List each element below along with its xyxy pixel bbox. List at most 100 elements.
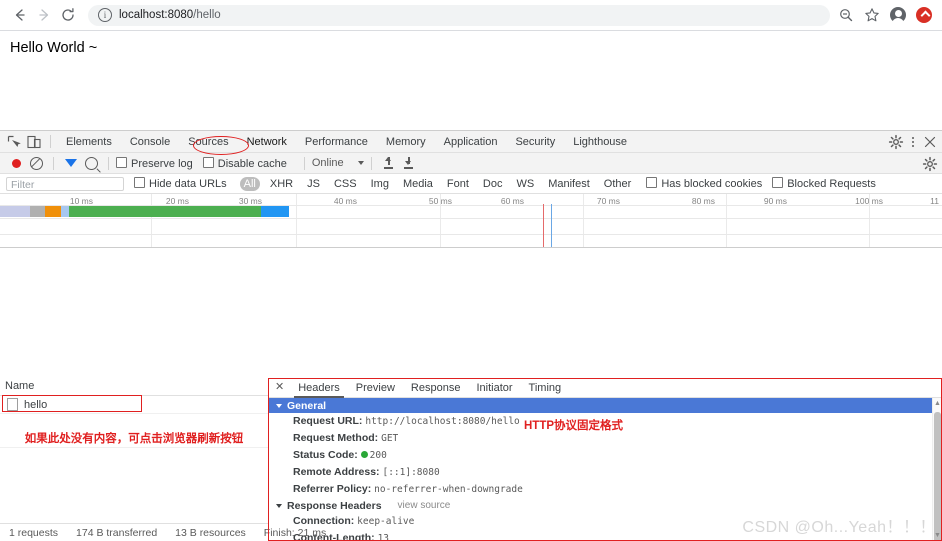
type-filter-font[interactable]: Font [443, 177, 473, 191]
devtools-tab-elements[interactable]: Elements [57, 131, 121, 153]
type-filter-media[interactable]: Media [399, 177, 437, 191]
clear-button[interactable] [26, 153, 46, 173]
type-filter-js[interactable]: JS [303, 177, 324, 191]
checkbox-box [134, 177, 145, 188]
import-har-icon [383, 157, 394, 169]
preserve-log-checkbox[interactable]: Preserve log [116, 156, 193, 170]
devtools-tabbar: Elements Console Sources Network Perform… [0, 131, 942, 153]
type-filter-img[interactable]: Img [367, 177, 393, 191]
hide-data-urls-label: Hide data URLs [149, 178, 227, 190]
type-filter-manifest[interactable]: Manifest [544, 177, 594, 191]
details-scrollbar[interactable]: ▲ ▼ [932, 398, 942, 541]
import-har-button[interactable] [379, 153, 399, 173]
view-source-link[interactable]: view source [398, 500, 451, 511]
header-row: Connection: keep-alive [269, 513, 942, 530]
network-statusbar: 1 requests 174 B transferred 13 B resour… [0, 523, 326, 541]
devtools-tab-application[interactable]: Application [435, 131, 507, 153]
record-icon [11, 158, 21, 168]
header-key: Status Code: [293, 449, 361, 461]
type-filter-xhr[interactable]: XHR [266, 177, 297, 191]
device-toolbar-button[interactable] [24, 132, 44, 152]
zoom-out-icon[interactable] [838, 7, 854, 23]
divider [50, 135, 51, 148]
details-tab-headers[interactable]: Headers [290, 378, 348, 398]
divider [303, 156, 305, 170]
throttling-select[interactable]: Online [312, 157, 364, 169]
star-icon[interactable] [864, 7, 880, 23]
close-icon[interactable] [922, 134, 938, 150]
checkbox-box [116, 156, 127, 168]
blocked-requests-label: Blocked Requests [787, 178, 876, 190]
section-header-response-headers[interactable]: Response Headers view source [269, 498, 942, 513]
reload-button[interactable] [56, 3, 80, 27]
header-value: [::1]:8080 [382, 467, 440, 478]
back-arrow-icon [15, 9, 25, 21]
forward-button[interactable] [32, 3, 56, 27]
details-tab-preview[interactable]: Preview [348, 378, 403, 398]
devtools-tab-performance[interactable]: Performance [296, 131, 377, 153]
filter-button[interactable] [61, 153, 81, 173]
header-row: Referrer Policy: no-referrer-when-downgr… [269, 481, 942, 498]
divider [53, 156, 54, 170]
devtools-tab-network[interactable]: Network [238, 131, 296, 153]
scrollbar-thumb[interactable] [934, 412, 941, 541]
type-filter-css[interactable]: CSS [330, 177, 361, 191]
address-bar[interactable]: i localhost:8080/hello [88, 4, 830, 26]
has-blocked-cookies-checkbox[interactable]: Has blocked cookies [646, 177, 762, 190]
record-button[interactable] [6, 153, 26, 173]
update-icon[interactable] [916, 7, 932, 23]
kebab-menu-icon[interactable] [912, 137, 914, 147]
header-value: http://localhost:8080/hello [365, 416, 520, 427]
details-tab-initiator[interactable]: Initiator [468, 378, 520, 398]
devtools-panel: Elements Console Sources Network Perform… [0, 130, 942, 541]
header-row: Remote Address: [::1]:8080 [269, 464, 942, 481]
request-row-hello[interactable]: hello [0, 396, 268, 414]
browser-toolbar: i localhost:8080/hello [0, 0, 942, 31]
details-tab-response[interactable]: Response [403, 378, 469, 398]
checkbox-box [202, 156, 214, 168]
overview-request-bar [0, 206, 289, 217]
devtools-tab-memory[interactable]: Memory [377, 131, 435, 153]
disable-cache-label: Disable cache [217, 157, 287, 170]
filter-funnel-icon [65, 159, 77, 167]
devtools-tab-sources[interactable]: Sources [179, 131, 237, 153]
header-key: Referrer Policy: [293, 483, 375, 495]
blocked-requests-checkbox[interactable]: Blocked Requests [772, 177, 876, 190]
scroll-down-icon[interactable]: ▼ [934, 532, 941, 539]
details-tab-timing[interactable]: Timing [521, 378, 570, 398]
section-header-general[interactable]: General [269, 398, 942, 413]
network-overview-timeline[interactable]: 10 ms 20 ms 30 ms 40 ms 50 ms 60 ms 70 m… [0, 194, 942, 248]
type-filter-all[interactable]: All [239, 176, 260, 191]
search-button[interactable] [81, 153, 101, 173]
close-icon[interactable]: ✕ [275, 382, 284, 393]
avatar[interactable] [890, 7, 906, 25]
export-har-icon [403, 157, 414, 169]
export-har-button[interactable] [399, 153, 419, 173]
filter-input[interactable]: Filter [6, 176, 124, 191]
device-toolbar-icon [27, 135, 41, 148]
inspect-element-icon [7, 135, 21, 147]
request-list-header-name[interactable]: Name [0, 378, 268, 396]
back-button[interactable] [8, 3, 32, 27]
devtools-tab-lighthouse[interactable]: Lighthouse [564, 131, 636, 153]
hide-data-urls-checkbox[interactable]: Hide data URLs [134, 177, 227, 190]
type-filter-ws[interactable]: WS [512, 177, 538, 191]
overview-bar-segment [30, 206, 45, 217]
site-info-icon[interactable]: i [98, 8, 112, 22]
devtools-tab-security[interactable]: Security [506, 131, 564, 153]
disable-cache-checkbox[interactable]: Disable cache [202, 156, 287, 170]
type-filter-other[interactable]: Other [600, 177, 636, 191]
gear-icon[interactable] [922, 156, 938, 172]
document-icon [7, 398, 18, 411]
inspect-element-button[interactable] [4, 132, 24, 152]
header-value: GET [381, 433, 399, 444]
gear-icon[interactable] [888, 134, 904, 150]
request-list: Name hello 如果此处没有内容，可点击浏览器刷新按钮 [0, 378, 269, 541]
scroll-up-icon[interactable]: ▲ [934, 400, 941, 407]
status-finish: Finish: 21 ms [263, 526, 327, 539]
section-title: Response Headers [287, 499, 382, 512]
network-toolbar: Preserve log Disable cache Online [0, 153, 942, 174]
details-body: General Request URL: http://localhost:808… [269, 398, 942, 541]
type-filter-doc[interactable]: Doc [479, 177, 507, 191]
devtools-tab-console[interactable]: Console [121, 131, 179, 153]
